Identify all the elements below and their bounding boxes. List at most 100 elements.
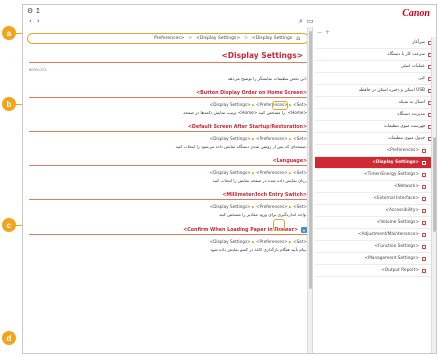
toc-list: سرآغاز سرعت کار با دستگاه عملیات اصلی کپی اس…: [315, 37, 436, 277]
gear-icon[interactable]: ⚙: [27, 7, 33, 15]
menu-path: <Display Settings> ▶ <Preferences> ▶ <Se…: [209, 239, 307, 244]
toc-item[interactable]: <Volume Settings>: [315, 217, 436, 229]
toc-item-label: عملیات اصلی: [400, 64, 425, 69]
callout-b: b: [2, 97, 16, 111]
toc-item-label: سرعت کار با دستگاه: [387, 52, 425, 57]
content-scrollbar-thumb[interactable]: [309, 31, 312, 289]
section-body: ترتیب نمایش دکمه‌ها در صفحه <Home> را مش…: [183, 110, 307, 115]
toc-item-label: <Timer/Energy Settings>: [364, 172, 419, 177]
collapse-all-icon[interactable]: −: [317, 29, 322, 36]
page-title: <Display Settings>: [221, 51, 303, 60]
menu-path: <Display Settings> ▶ <Preferences> ▶ <Se…: [209, 170, 307, 175]
breadcrumb-separator: >: [188, 36, 193, 41]
page-icon: [422, 184, 426, 189]
page-icon: [422, 160, 426, 165]
toc-item-label: اسکن و ذخیره اسکن در حافظه USB: [358, 88, 425, 93]
toc-item[interactable]: عملیات اصلی: [315, 61, 436, 73]
section-heading: <Millimeter/Inch Entry Switch>: [29, 193, 307, 200]
search-icon[interactable]: ⌕: [299, 17, 303, 26]
toc-item-label: <Volume Settings>: [376, 220, 419, 225]
toc-item-label: فهرست منوی تنظیمات: [383, 124, 425, 129]
callout-c: c: [2, 218, 16, 232]
toc-item-label: <Display Settings>: [372, 160, 419, 165]
menu-path: <Display Settings> ▶ <Preferences> ▶ <Se…: [209, 136, 307, 141]
callout-a: a: [2, 26, 16, 40]
print-icon[interactable]: ▭: [307, 17, 314, 25]
toc-item-label: <External Interface>: [373, 196, 419, 201]
toc-item-label: اتصال به شبکه: [398, 100, 425, 105]
toc-item-label: <Preferences>: [386, 148, 419, 153]
callout-c-target: [273, 219, 285, 231]
breadcrumb: Preferences> > <Display Settings> > <Dis…: [27, 33, 309, 44]
menu-path: <Display Settings> ▶ <Preferences> ▶ <Se…: [209, 204, 307, 209]
toc-item[interactable]: <Accessibility>: [315, 205, 436, 217]
page-icon: [422, 196, 426, 201]
toc-item[interactable]: سرآغاز: [315, 37, 436, 49]
toc-item[interactable]: <Display Settings>: [315, 157, 436, 169]
toc-item[interactable]: اسکن و ذخیره اسکن در حافظه USB: [315, 85, 436, 97]
breadcrumb-item[interactable]: Preferences>: [154, 36, 184, 41]
expand-all-icon[interactable]: +: [325, 29, 330, 36]
toc-item-label: کپی: [418, 76, 425, 81]
breadcrumb-item[interactable]: <Display Settings>: [196, 36, 240, 41]
canon-logo: Canon: [402, 8, 430, 19]
page-icon: [422, 256, 426, 261]
section-heading: <Language>: [29, 159, 307, 166]
toc-item[interactable]: <Adjustment/Maintenance>: [315, 229, 436, 241]
section-heading: <Button Display Order on Home Screen>: [29, 91, 307, 98]
page-title-bar: <Display Settings>: [29, 49, 307, 63]
toc-item[interactable]: <Network>: [315, 181, 436, 193]
section-body: زبان نمایش داده شده در صفحه نمایش را انت…: [212, 178, 307, 183]
toc-item-label: <Function Settings>: [374, 244, 419, 249]
doc-code: 80YY-072: [29, 67, 47, 72]
page-icon: [422, 268, 426, 273]
toc-sidebar: − + سرآغاز سرعت کار با دستگاه عملیات اصلی ک…: [315, 27, 436, 353]
toc-item[interactable]: اتصال به شبکه: [315, 97, 436, 109]
article: <Display Settings> 80YY-072 این بخش تنظی…: [29, 49, 307, 252]
page-icon[interactable]: ↥: [35, 7, 41, 15]
home-icon[interactable]: ⌂: [296, 35, 300, 42]
toc-item-label: <Accessibility>: [385, 208, 419, 213]
intro-text: این بخش تنظیمات نمایشگر را توضیح می‌دهد.: [227, 76, 307, 81]
toc-item[interactable]: جدول منوی تنظیمات: [315, 133, 436, 145]
toc-item[interactable]: <Output Report>: [315, 265, 436, 277]
page-icon: [422, 244, 426, 249]
page-icon: [422, 172, 426, 177]
toc-item[interactable]: <Function Settings>: [315, 241, 436, 253]
help-window: ⚙ ↥ ‹ › ⌕ ▭ Canon Preferences> > <Displa…: [22, 4, 437, 354]
toc-item[interactable]: فهرست منوی تنظیمات: [315, 121, 436, 133]
section-body: واحد اندازه‌گیری برای ورود مقادیر را مشخ…: [219, 212, 307, 217]
toc-item[interactable]: کپی: [315, 73, 436, 85]
section-body: پیام تأیید هنگام بارگذاری کاغذ در کشو نم…: [210, 247, 307, 252]
toc-item[interactable]: سرعت کار با دستگاه: [315, 49, 436, 61]
section-heading: <Default Screen After Startup/Restoratio…: [29, 125, 307, 132]
page-icon: [422, 208, 426, 213]
menu-path: <Display Settings> ▶ <Preferences> ▶ <Se…: [209, 102, 307, 107]
toc-item-label: <Adjustment/Maintenance>: [358, 232, 419, 237]
toc-item-label: جدول منوی تنظیمات: [387, 136, 425, 141]
toc-item[interactable]: مدیریت دستگاه: [315, 109, 436, 121]
toc-controls: − +: [315, 27, 436, 37]
page-icon: [422, 148, 426, 153]
content-scrollbar[interactable]: [307, 27, 312, 353]
toc-item[interactable]: <External Interface>: [315, 193, 436, 205]
page-icon: [422, 232, 426, 237]
callout-b-target: [272, 101, 288, 110]
forward-icon[interactable]: ›: [37, 17, 40, 25]
toc-item[interactable]: <Management Settings>: [315, 253, 436, 265]
collapsible-heading[interactable]: <Confirm When Loading Paper in Drawer> ▾: [29, 227, 307, 235]
toc-item-label: سرآغاز: [412, 40, 425, 45]
breadcrumb-item[interactable]: <Display Settings: [252, 36, 292, 41]
main-content-pane: Preferences> > <Display Settings> > <Dis…: [23, 27, 313, 353]
toc-item-label: <Management Settings>: [364, 256, 420, 261]
toc-item[interactable]: <Preferences>: [315, 145, 436, 157]
toc-item-label: <Network>: [393, 184, 419, 189]
toc-item-label: <Output Report>: [381, 268, 419, 273]
top-toolbar: ⚙ ↥ ‹ › ⌕ ▭ Canon: [23, 5, 436, 27]
toc-scrollbar-thumb[interactable]: [433, 137, 436, 232]
page-icon: [422, 220, 426, 225]
back-icon[interactable]: ‹: [29, 17, 32, 25]
callout-d: d: [2, 331, 16, 345]
toc-item[interactable]: <Timer/Energy Settings>: [315, 169, 436, 181]
toc-scrollbar[interactable]: [431, 37, 436, 353]
